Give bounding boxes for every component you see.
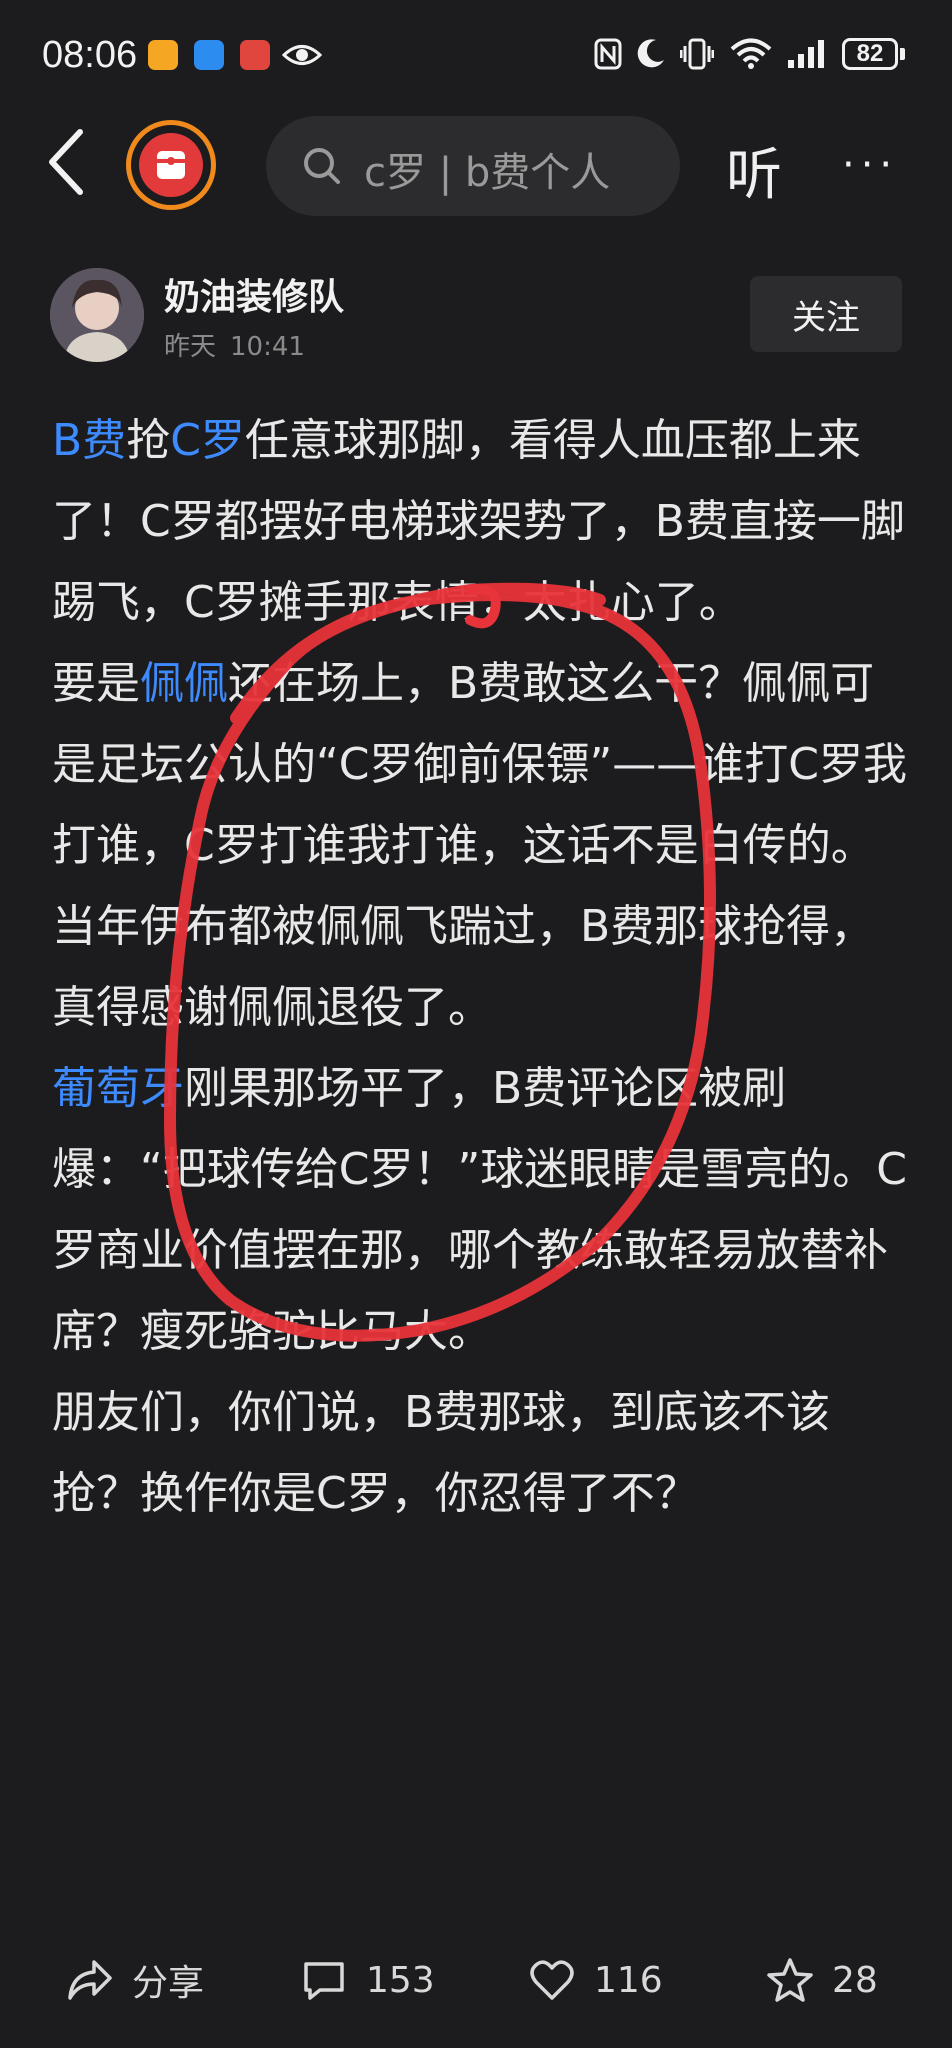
paragraph-text: 还在场上，B费敢这么干？佩佩可是足坛公认的“C罗御前保镖”——谁打C罗我打谁，C…	[52, 658, 908, 1033]
topic-link-portugal[interactable]: 葡萄牙	[52, 1063, 184, 1114]
post-footer: 分享 153 116 28	[0, 1940, 952, 2020]
share-label: 分享	[132, 1963, 205, 2004]
signal-icon	[788, 40, 824, 68]
red-envelope-icon	[139, 133, 203, 197]
more-options-icon[interactable]: ···	[842, 142, 898, 188]
favorite-button[interactable]: 28	[766, 1940, 878, 2020]
paragraph-1: B费抢C罗任意球那脚，看得人血压都上来了！C罗都摆好电梯球架势了，B费直接一脚踢…	[52, 400, 912, 643]
likes-count: 116	[594, 1959, 663, 2001]
app-icon-blue-shield	[194, 40, 224, 70]
comment-icon	[304, 1962, 344, 2000]
paragraph-text: 朋友们，你们说，B费那球，到底该不该抢？换作你是C罗，你忍得了不？	[52, 1387, 831, 1519]
paragraph-4: 朋友们，你们说，B费那球，到底该不该抢？换作你是C罗，你忍得了不？	[52, 1372, 912, 1534]
post-meta: 昨天 10:41	[164, 326, 305, 363]
search-icon	[304, 148, 340, 184]
post-time: 10:41	[230, 332, 305, 362]
post-date: 昨天	[164, 332, 217, 362]
status-time: 08:06	[42, 34, 138, 76]
favorites-count: 28	[832, 1959, 878, 2001]
battery-level: 82	[856, 40, 884, 67]
eye-icon	[282, 45, 322, 65]
avatar[interactable]	[50, 268, 144, 362]
topic-link-pepe[interactable]: 佩佩	[140, 658, 228, 709]
search-text: c罗 | b费个人	[364, 150, 611, 196]
topic-link-cluo[interactable]: C罗	[170, 415, 245, 466]
post-content: B费抢C罗任意球那脚，看得人血压都上来了！C罗都摆好电梯球架势了，B费直接一脚踢…	[52, 400, 912, 1534]
app-icon-orange	[148, 40, 178, 70]
battery-icon: 82	[842, 38, 898, 70]
paragraph-3: 葡萄牙刚果那场平了，B费评论区被刷爆：“把球传给C罗！”球迷眼睛是雪亮的。C罗商…	[52, 1048, 912, 1372]
nfc-icon	[594, 38, 622, 70]
topic-link-bfei[interactable]: B费	[52, 415, 126, 466]
wifi-icon	[730, 38, 772, 69]
listen-button[interactable]: 听	[726, 130, 782, 211]
moon-icon	[637, 39, 664, 68]
comments-count: 153	[366, 1959, 435, 2001]
account-badge[interactable]	[126, 120, 216, 210]
back-arrow-icon[interactable]	[46, 128, 86, 196]
like-button[interactable]: 116	[528, 1940, 663, 2020]
author-name[interactable]: 奶油装修队	[164, 268, 344, 320]
paragraph-text: 要是	[52, 658, 140, 709]
search-bar[interactable]: c罗 | b费个人	[266, 116, 680, 216]
comments-button[interactable]: 153	[300, 1940, 435, 2020]
paragraph-text: 抢	[126, 415, 171, 466]
app-icon-red	[240, 40, 270, 70]
follow-button[interactable]: 关注	[750, 276, 902, 352]
vibrate-icon	[680, 38, 714, 70]
star-icon	[767, 1958, 813, 2002]
share-icon	[68, 1960, 112, 2000]
status-bar: 08:06 82	[0, 0, 952, 110]
battery-tip	[900, 48, 905, 60]
heart-icon	[530, 1960, 574, 2000]
paragraph-2: 要是佩佩还在场上，B费敢这么干？佩佩可是足坛公认的“C罗御前保镖”——谁打C罗我…	[52, 643, 912, 1048]
share-button[interactable]: 分享	[66, 1940, 204, 2020]
